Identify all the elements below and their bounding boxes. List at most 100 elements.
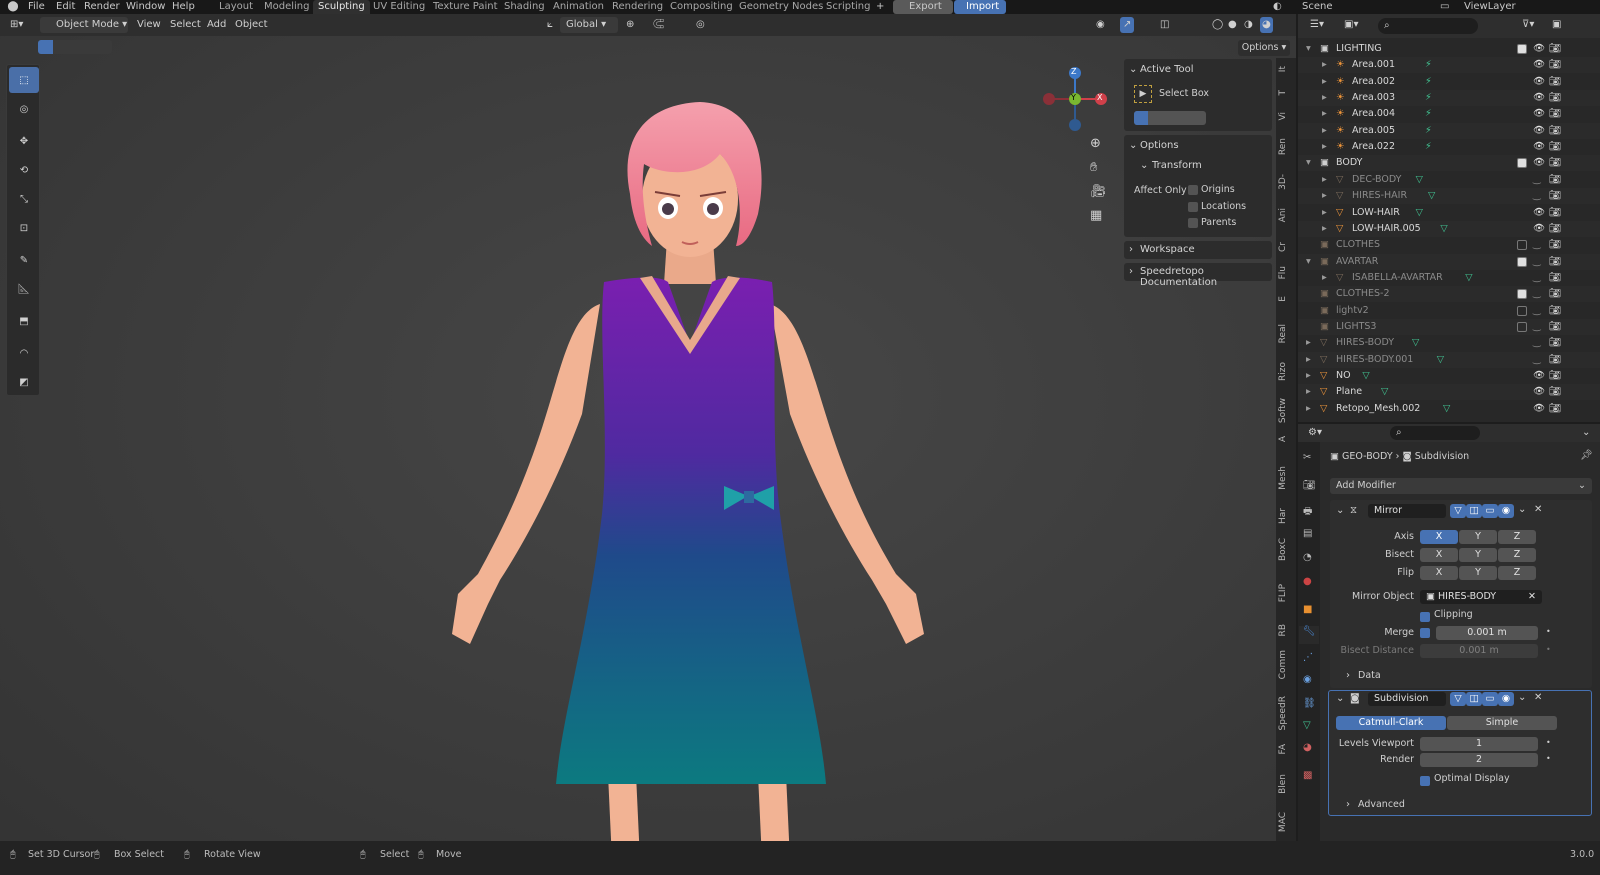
mirror-name-field[interactable]: Mirror [1368,504,1446,518]
mirror-editmode-toggle[interactable]: ▽ [1450,504,1466,518]
eye-hidden-icon[interactable]: ‿ [1533,352,1541,368]
render-toggle-icon[interactable]: 📷︎ [1549,155,1561,171]
properties-editor-icon[interactable]: ⚙▾ [1308,427,1322,438]
eye-visible-icon[interactable]: 👁︎ [1533,106,1545,122]
expand-arrow-icon[interactable]: ▸ [1322,74,1327,90]
exclude-checkbox[interactable] [1517,321,1527,332]
eye-visible-icon[interactable]: 👁︎ [1533,139,1545,155]
outliner-row[interactable]: ▾ ▣ AVARTAR ‿ 📷︎ [1298,253,1600,270]
sidebar-tab[interactable]: Mesh [1278,466,1288,490]
move-tool[interactable]: ✥ [9,128,39,154]
sidebar-tab[interactable]: BoxC [1278,538,1288,561]
camera-view-icon[interactable]: 🎥︎ [1090,184,1107,199]
eye-visible-icon[interactable]: 👁︎ [1533,123,1545,139]
sidebar-tab[interactable]: Comm [1278,650,1288,679]
transform-chevron-icon[interactable]: ⌄ [1140,160,1148,171]
render-toggle-icon[interactable]: 📷︎ [1549,384,1561,400]
clipping-checkbox[interactable] [1420,612,1430,622]
tab-shading[interactable]: Shading [504,0,545,14]
bisect-distance-keyframe-icon[interactable]: • [1546,645,1551,654]
render-toggle-icon[interactable]: 📷︎ [1549,270,1561,286]
options-chevron-icon[interactable]: ⌄ [1129,140,1137,151]
expand-arrow-icon[interactable]: ▸ [1306,335,1311,351]
constraints-tab-icon[interactable]: ⛓︎ [1303,698,1316,709]
expand-arrow-icon[interactable]: ▾ [1306,155,1311,171]
render-levels-field[interactable]: 2 [1420,753,1538,767]
editor-type-icon[interactable]: ⊞▾ [10,14,23,36]
shading-wireframe-icon[interactable]: ◯ [1212,14,1223,36]
mirror-menu-chevron-icon[interactable]: ⌄ [1518,504,1526,515]
flip-z-toggle[interactable]: Z [1498,566,1536,580]
navigation-gizmo[interactable]: Z X Y [1040,64,1110,134]
outliner-row[interactable]: ▣ LIGHTS3 ‿ 📷︎ [1298,318,1600,335]
exclude-checkbox[interactable] [1517,44,1527,54]
outliner-row[interactable]: ▸ ▽ ISABELLA-AVARTAR ▽ ‿ 📷︎ [1298,270,1600,286]
render-levels-keyframe-icon[interactable]: • [1546,754,1551,763]
sidebar-tab[interactable]: Vi [1278,112,1288,120]
pivot-icon[interactable]: ⊕ [626,14,634,36]
bisect-x-toggle[interactable]: X [1420,548,1458,562]
tool-tab-icon[interactable]: ✂ [1303,452,1311,463]
render-toggle-icon[interactable]: 📷︎ [1549,188,1561,204]
sidebar-tab[interactable]: Blen [1278,774,1288,794]
eye-visible-icon[interactable]: 👁︎ [1533,155,1545,171]
subdivision-editmode-toggle[interactable]: ▽ [1450,692,1466,706]
expand-arrow-icon[interactable]: ▸ [1306,401,1311,417]
sidebar-tab[interactable]: Flu [1278,266,1288,279]
render-toggle-icon[interactable]: 📷︎ [1549,41,1561,57]
expand-arrow-icon[interactable]: ▸ [1322,106,1327,122]
axis-x-toggle[interactable]: X [1420,530,1458,544]
modifier-tab-icon[interactable]: 🔧︎ [1299,626,1319,644]
render-toggle-icon[interactable]: 📷︎ [1549,352,1561,368]
view-layer-tab-icon[interactable]: ▤ [1303,528,1312,539]
mirror-collapse-icon[interactable]: ⌄ [1336,505,1344,516]
speedretopo-panel[interactable]: › Speedretopo Documentation [1124,263,1272,288]
measure-tool[interactable]: 📐︎ [9,276,39,302]
menu-file[interactable]: File [28,0,45,14]
render-toggle-icon[interactable]: 📷︎ [1549,221,1561,237]
proportional-edit-icon[interactable]: ◎ [696,14,705,36]
menu-help[interactable]: Help [172,0,195,14]
eye-visible-icon[interactable]: 👁︎ [1533,74,1545,90]
outliner-display-icon[interactable]: ▣▾ [1344,19,1358,30]
exclude-checkbox[interactable] [1517,256,1527,267]
filter-icon[interactable]: ⊽▾ [1522,19,1534,30]
eye-hidden-icon[interactable]: ‿ [1533,286,1541,302]
mode-selector[interactable]: Object Mode ▾ [40,17,128,33]
zoom-icon[interactable]: ⊕ [1090,136,1101,151]
data-subpanel-label[interactable]: Data [1358,670,1381,681]
sidebar-tab[interactable]: It [1278,66,1288,72]
tab-modeling[interactable]: Modeling [264,0,310,14]
sidebar-tab[interactable]: Har [1278,508,1288,524]
sidebar-tab[interactable]: Ren [1278,138,1288,155]
expand-arrow-icon[interactable]: ▸ [1322,221,1327,237]
sidebar-tab[interactable]: RB [1278,624,1288,636]
exclude-checkbox[interactable] [1517,158,1527,169]
render-toggle-icon[interactable]: 📷︎ [1549,74,1561,90]
render-toggle-icon[interactable]: 📷︎ [1549,123,1561,139]
mirror-viewport-toggle[interactable]: ▭ [1482,504,1498,518]
outliner-search-input[interactable]: ⌕ [1378,18,1478,34]
properties-search-input[interactable]: ⌕ [1390,426,1480,440]
outliner-row[interactable]: ▸ ☀ Area.004 ⚡︎ 👁︎ 📷︎ [1298,106,1600,122]
expand-arrow-icon[interactable]: ▸ [1322,139,1327,155]
advanced-subpanel-label[interactable]: Advanced [1358,799,1405,810]
exclude-checkbox[interactable] [1517,240,1527,251]
sidebar-tab[interactable]: Rizo [1278,362,1288,381]
world-tab-icon[interactable]: ● [1303,576,1312,587]
mirror-object-clear-icon[interactable]: ✕ [1528,590,1536,604]
render-toggle-icon[interactable]: 📷︎ [1549,368,1561,384]
outliner-row[interactable]: ▸ ☀ Area.022 ⚡︎ 👁︎ 📷︎ [1298,139,1600,155]
expand-arrow-icon[interactable]: ▸ [1322,90,1327,106]
transform-orientation-icon[interactable]: ⟀ [547,14,553,36]
mirror-delete-icon[interactable]: ✕ [1534,504,1542,515]
tab-uv-editing[interactable]: UV Editing [373,0,425,14]
texture-tab-icon[interactable]: ▩ [1303,770,1312,781]
active-tool-chevron-icon[interactable]: ⌄ [1129,64,1137,75]
material-tab-icon[interactable]: ◕ [1303,742,1312,753]
sidebar-tab[interactable]: Ani [1278,208,1288,222]
tab-layout[interactable]: Layout [219,0,253,14]
expand-arrow-icon[interactable]: ▸ [1322,123,1327,139]
rotate-tool[interactable]: ⟲ [9,157,39,183]
exclude-checkbox[interactable] [1517,289,1527,300]
